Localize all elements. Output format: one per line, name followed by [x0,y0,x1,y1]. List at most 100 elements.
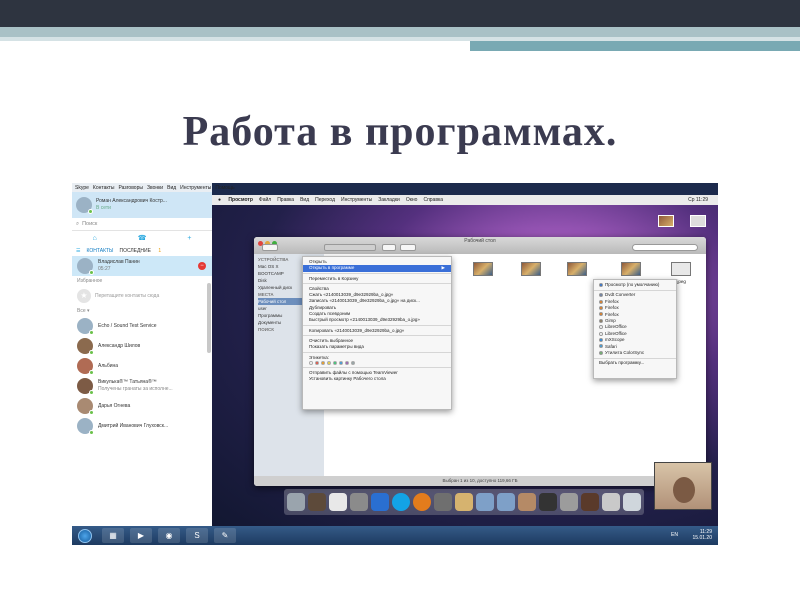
color-tag-icon[interactable] [309,360,313,365]
recent-count-badge: 1 [158,247,162,254]
taskbar-explorer-icon[interactable]: ▦ [102,528,124,543]
trash-icon[interactable] [623,493,641,511]
finder-search-field[interactable] [632,244,698,251]
screenshot: Skype Контакты Разговоры Звонки Вид Инструмен… [72,183,718,545]
file-item[interactable] [514,260,548,279]
color-tag-icon[interactable] [327,360,331,365]
color-tag-icon[interactable] [351,360,355,365]
submenu-item-label: Утилита ColorSync [605,349,645,355]
mac-menu-item[interactable]: Справка [423,197,443,203]
avatar [77,258,94,275]
file-item[interactable] [614,260,648,279]
contact-row[interactable]: Александр Шилов [72,336,212,356]
desktop-image-icon[interactable] [658,215,674,227]
mac-menu-item[interactable]: Просмотр [228,197,252,203]
dock-app-icon[interactable] [413,493,431,511]
dock-app-icon[interactable] [308,493,326,511]
dock-app-icon[interactable] [539,493,557,511]
mac-menu-item[interactable]: Окно [406,197,418,203]
skype-menu-item[interactable]: Вид [167,185,176,191]
contact-row[interactable]: Альбина [72,356,212,376]
contact-row[interactable]: Echo / Sound Test Service [72,316,212,336]
skype-profile[interactable]: Роман Александрович Костр... В сети [72,192,212,218]
menu-item[interactable]: Переместить в Корзину [303,276,451,282]
skype-menu-item[interactable]: Разговоры [119,185,143,191]
contact-name: Альбина [98,362,119,369]
call-icon[interactable]: ☎ [138,234,147,242]
view-mode-buttons[interactable] [324,244,376,251]
contact-row[interactable]: Дарья Огнева [72,396,212,416]
skype-search[interactable]: ⌕ Поиск [72,218,212,231]
taskbar-app-icon[interactable]: ✎ [214,528,236,543]
dock-app-icon[interactable] [602,493,620,511]
dock-app-icon[interactable] [455,493,473,511]
skype-menu-item[interactable]: Контакты [93,185,115,191]
submenu-item[interactable]: Просмотр (по умолчанию) [594,282,676,288]
tray-clock[interactable]: 11:29 15.01.20 [693,529,712,541]
dock-app-icon[interactable] [350,493,368,511]
app-icon [599,312,603,317]
tray-language[interactable]: EN [671,532,678,538]
skype-menu-item[interactable]: Инструменты [180,185,211,191]
menu-item[interactable]: Быстрый просмотр «2140013039_d9e32929ba_… [303,317,451,323]
apple-icon[interactable]: ● [218,197,221,203]
mac-menu-item[interactable]: Переход [315,197,335,203]
color-tag-icon[interactable] [315,360,319,365]
action-gear-button[interactable] [400,244,416,251]
home-icon[interactable]: ⌂ [92,235,96,242]
color-tag-icon[interactable] [333,360,337,365]
dock-app-icon[interactable] [581,493,599,511]
dock-folder-icon[interactable] [497,493,515,511]
file-item[interactable] [466,260,500,279]
skype-menu-item[interactable]: Skype [75,185,89,191]
tab-contacts[interactable]: КОНТАКТЫ [86,248,113,254]
all-contacts-heading[interactable]: Все ▾ [72,306,212,316]
file-item[interactable] [560,260,594,279]
dock-app-icon[interactable] [560,493,578,511]
contact-row[interactable]: Викулька®™ Татьяна®™ Получены гранаты за … [72,376,212,396]
taskbar-media-icon[interactable]: ▶ [130,528,152,543]
menu-item[interactable]: Установить картинку Рабочего стола [303,376,451,382]
missed-call-icon: − [198,262,206,270]
submenu-item[interactable]: Выбрать программу... [594,360,676,366]
contact-row[interactable]: Дмитрий Иванович Глуховск... [72,416,212,436]
dock-app-icon[interactable] [518,493,536,511]
star-icon: ★ [77,289,91,303]
mac-menu-item[interactable]: Вид [300,197,309,203]
back-forward-buttons[interactable] [262,244,278,251]
dock-app-icon[interactable] [371,493,389,511]
start-button[interactable] [78,528,92,543]
quicklook-button[interactable] [382,244,396,251]
taskbar-chrome-icon[interactable]: ◉ [158,528,180,543]
skype-scrollbar[interactable] [207,283,211,353]
mac-menu-item[interactable]: Файл [259,197,271,203]
skype-menu-item[interactable]: Помощь [215,185,234,191]
color-tag-icon[interactable] [339,360,343,365]
color-tag-icon[interactable] [321,360,325,365]
menu-item[interactable]: Показать параметры вида [303,344,451,350]
app-icon [599,318,603,323]
contact-name: Дарья Огнева [98,402,131,409]
online-status-icon [89,390,94,395]
color-tag-icon[interactable] [345,360,349,365]
taskbar-skype-icon[interactable]: S [186,528,208,543]
mac-menu-item[interactable]: Закладки [378,197,400,203]
recent-conversation[interactable]: Владислав Панин 05:27 − [72,256,212,276]
app-icon [599,299,603,304]
menu-item[interactable]: Копировать «2140013039_d9e32929ba_o.jpg» [303,328,451,334]
mac-menu-item[interactable]: Правка [277,197,294,203]
dock-app-icon[interactable] [329,493,347,511]
desktop-file-icon[interactable] [690,215,706,227]
menu-item-open-with[interactable]: ▶ Открыть в программе [303,265,451,272]
image-icon [567,262,587,276]
dock-folder-icon[interactable] [476,493,494,511]
mac-menu-item[interactable]: Инструменты [341,197,372,203]
tab-recent[interactable]: ПОСЛЕДНИЕ 1 [119,248,167,254]
context-menu: Открыть ▶ Открыть в программе Переместить в… [302,256,452,410]
dock-app-icon[interactable] [434,493,452,511]
skype-menu-item[interactable]: Звонки [147,185,163,191]
submenu-item[interactable]: Утилита ColorSync [594,350,676,356]
dock-app-icon[interactable] [287,493,305,511]
skype-dock-icon[interactable] [392,493,410,511]
add-contact-icon[interactable]: + [187,235,191,242]
